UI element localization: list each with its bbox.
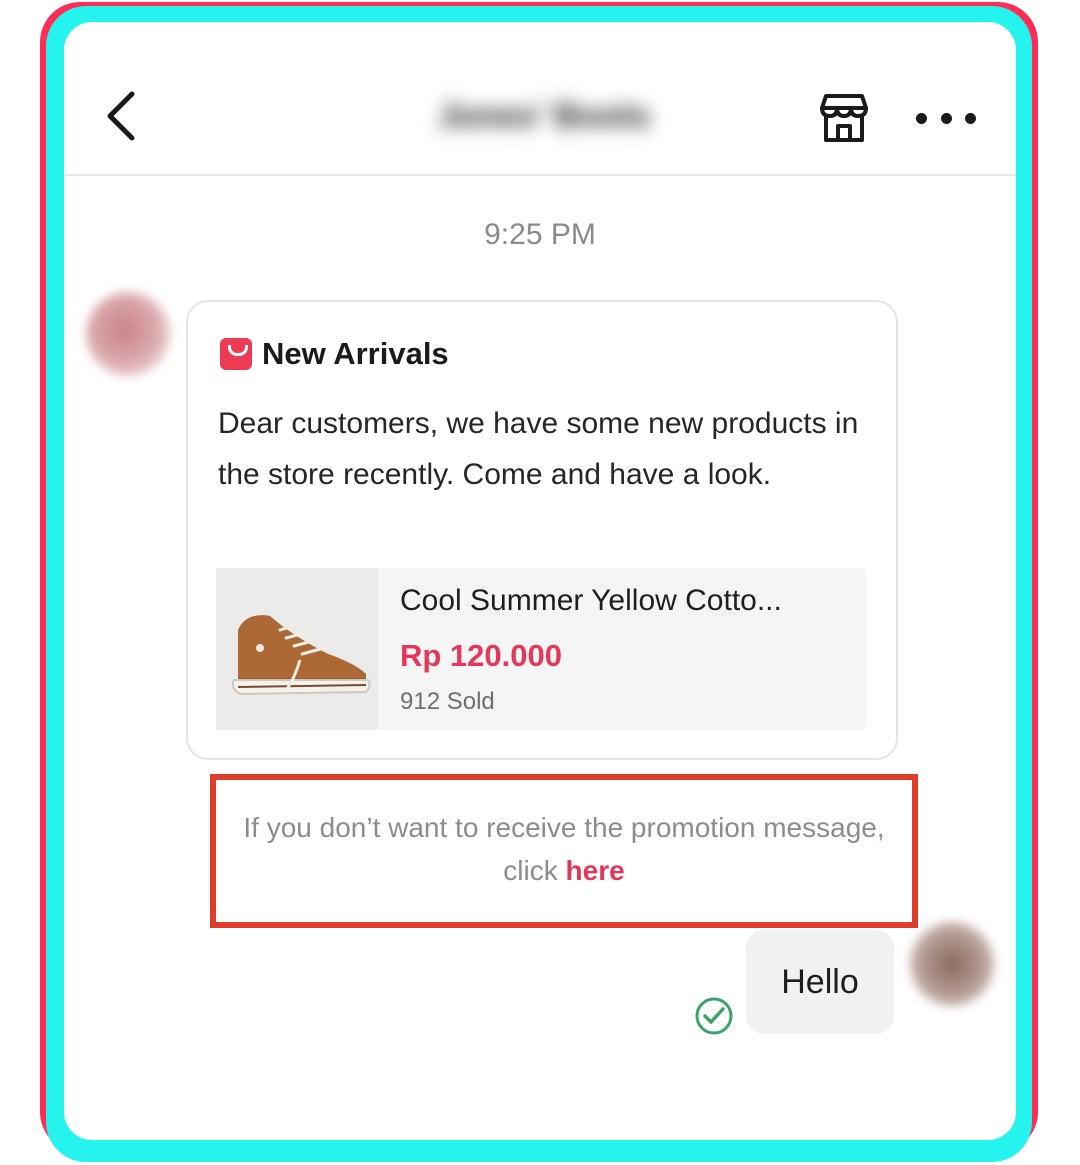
more-options-button[interactable]	[916, 106, 976, 130]
promo-message-card: New Arrivals Dear customers, we have som…	[186, 300, 898, 760]
optout-highlight-box: If you don’t want to receive the promoti…	[210, 774, 918, 928]
more-dot	[916, 112, 927, 124]
contact-name[interactable]: Jones' Boots	[404, 94, 684, 138]
chat-header: Jones' Boots	[64, 22, 1016, 176]
back-button[interactable]	[102, 88, 142, 144]
check-circle-icon	[694, 996, 734, 1036]
promo-body: Dear customers, we have some new product…	[218, 407, 859, 491]
sneaker-image	[216, 568, 378, 730]
user-avatar[interactable]	[910, 922, 994, 1006]
shopping-bag-icon	[220, 338, 252, 370]
chevron-left-icon	[107, 91, 135, 141]
optout-notice: If you don’t want to receive the promoti…	[216, 806, 912, 892]
chat-screen: Jones' Boots 9:25 PM New Arrivals Dear c…	[64, 22, 1016, 1140]
more-dot	[965, 112, 976, 124]
product-name: Cool Summer Yellow Cotto...	[400, 584, 782, 617]
optout-link[interactable]: here	[566, 855, 625, 886]
optout-text: If you don’t want to receive the promoti…	[243, 812, 885, 886]
product-price: Rp 120.000	[400, 638, 562, 673]
shop-button[interactable]	[816, 90, 872, 146]
product-sold-count: 912 Sold	[400, 688, 495, 715]
sent-message-bubble[interactable]: Hello	[746, 930, 894, 1034]
promo-title: New Arrivals	[262, 336, 449, 371]
message-timestamp: 9:25 PM	[484, 218, 596, 251]
stage: Jones' Boots 9:25 PM New Arrivals Dear c…	[0, 0, 1080, 1165]
shop-icon	[820, 94, 868, 142]
promo-header: New Arrivals	[220, 334, 449, 374]
product-image	[216, 568, 378, 730]
product-card[interactable]: Cool Summer Yellow Cotto... Rp 120.000 9…	[216, 568, 866, 730]
more-dot	[940, 112, 952, 124]
seller-avatar[interactable]	[86, 292, 170, 376]
